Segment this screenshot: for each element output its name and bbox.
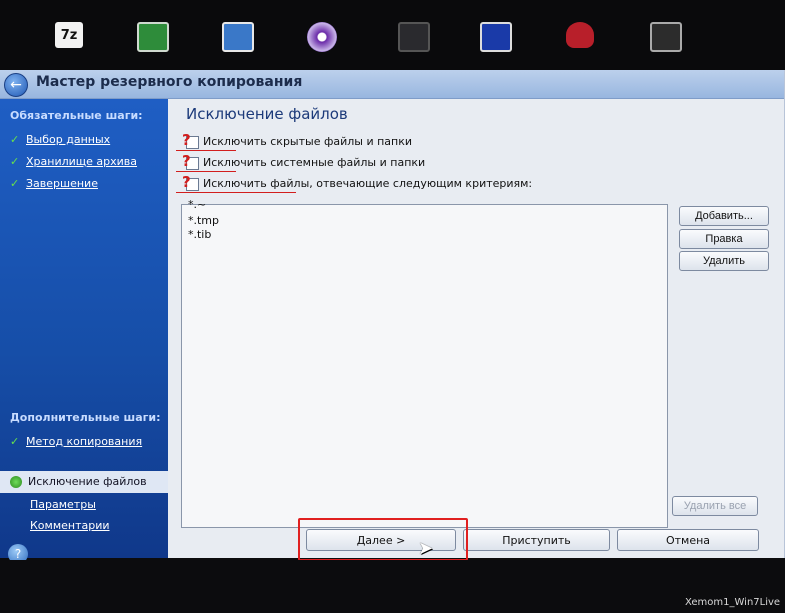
sidebar-item-comments[interactable]: Комментарии [30,519,110,532]
required-steps-heading: Обязательные шаги: [10,109,143,122]
backup-wizard-window: ← Мастер резервного копирования Обязател… [0,70,785,564]
page-title: Исключение файлов [186,105,348,123]
taskbar: 7z [0,0,785,70]
list-item[interactable]: *.~ [188,198,206,211]
back-arrow-icon[interactable]: ← [4,73,28,97]
current-step-icon [10,476,22,488]
sidebar-item-label: Завершение [26,177,98,190]
titlebar: ← Мастер резервного копирования [0,70,784,99]
7zip-label: 7z [60,27,78,43]
delete-button[interactable]: Удалить [679,251,769,271]
sidebar-item-completion[interactable]: ✓ Завершение [10,177,98,190]
next-button-highlight [298,518,468,561]
sidebar-item-label: Метод копирования [26,435,143,448]
window-title: Мастер резервного копирования [36,74,303,90]
exclude-criteria-checkbox[interactable]: ? Исключить файлы, отвечающие следующим … [182,173,533,191]
sidebar-item-archive-storage[interactable]: ✓ Хранилище архива [10,155,137,168]
annotation-underline [176,192,296,193]
editor-icon[interactable] [222,22,254,52]
sidebar-item-copy-method[interactable]: ✓ Метод копирования [10,435,142,448]
ssd-icon[interactable] [650,22,682,52]
annotation-mark: ? [182,131,191,149]
checkmark-icon: ✓ [10,133,20,146]
mouse-cursor-icon: ➤ [418,538,434,559]
annotation-mark: ? [182,152,191,170]
checkbox-label: Исключить файлы, отвечающие следующим кр… [203,177,533,190]
sidebar-item-label: Параметры [30,498,96,511]
annotation-mark: ? [182,173,191,191]
delete-all-button[interactable]: Удалить все [672,496,758,516]
exclude-hidden-checkbox[interactable]: ? Исключить скрытые файлы и папки [182,131,413,149]
sidebar-item-parameters[interactable]: Параметры [30,498,96,511]
shield-icon[interactable] [480,22,512,52]
criteria-list[interactable]: *.~ *.tmp *.tib [181,198,668,528]
checkmark-icon: ✓ [10,435,20,448]
sidebar: Обязательные шаги: ✓ Выбор данных ✓ Хранил… [0,99,168,564]
sidebar-item-label: Исключение файлов [28,475,147,488]
7zip-icon[interactable]: 7z [55,22,83,48]
checkbox-label: Исключить системные файлы и папки [203,156,426,169]
edit-button[interactable]: Правка [679,229,769,249]
main-content: Исключение файлов ? Исключить скрытые фа… [176,99,782,558]
checkmark-icon: ✓ [10,177,20,190]
sidebar-item-data-selection[interactable]: ✓ Выбор данных [10,133,110,146]
add-button[interactable]: Добавить... [679,206,769,226]
exclude-system-checkbox[interactable]: ? Исключить системные файлы и папки [182,152,426,170]
watermark: Xemom1_Win7Live [685,597,781,608]
cancel-button[interactable]: Отмена [617,529,759,551]
sidebar-item-file-exclusion[interactable]: Исключение файлов [0,471,168,493]
bottom-strip [0,560,785,613]
disc-icon[interactable] [307,22,337,52]
box-icon[interactable] [398,22,430,52]
proceed-button[interactable]: Приступить [463,529,610,551]
sidebar-item-label: Хранилище архива [26,155,138,168]
red-app-icon[interactable] [566,22,594,48]
sidebar-item-label: Комментарии [30,519,110,532]
checkmark-icon: ✓ [10,155,20,168]
checkbox-label: Исключить скрытые файлы и папки [203,135,413,148]
list-item[interactable]: *.tmp [188,214,219,227]
annotation-underline [176,150,236,151]
annotation-underline [176,171,236,172]
optional-steps-heading: Дополнительные шаги: [10,411,161,424]
list-item[interactable]: *.tib [188,228,211,241]
notepad-icon[interactable] [137,22,169,52]
sidebar-item-label: Выбор данных [26,133,111,146]
